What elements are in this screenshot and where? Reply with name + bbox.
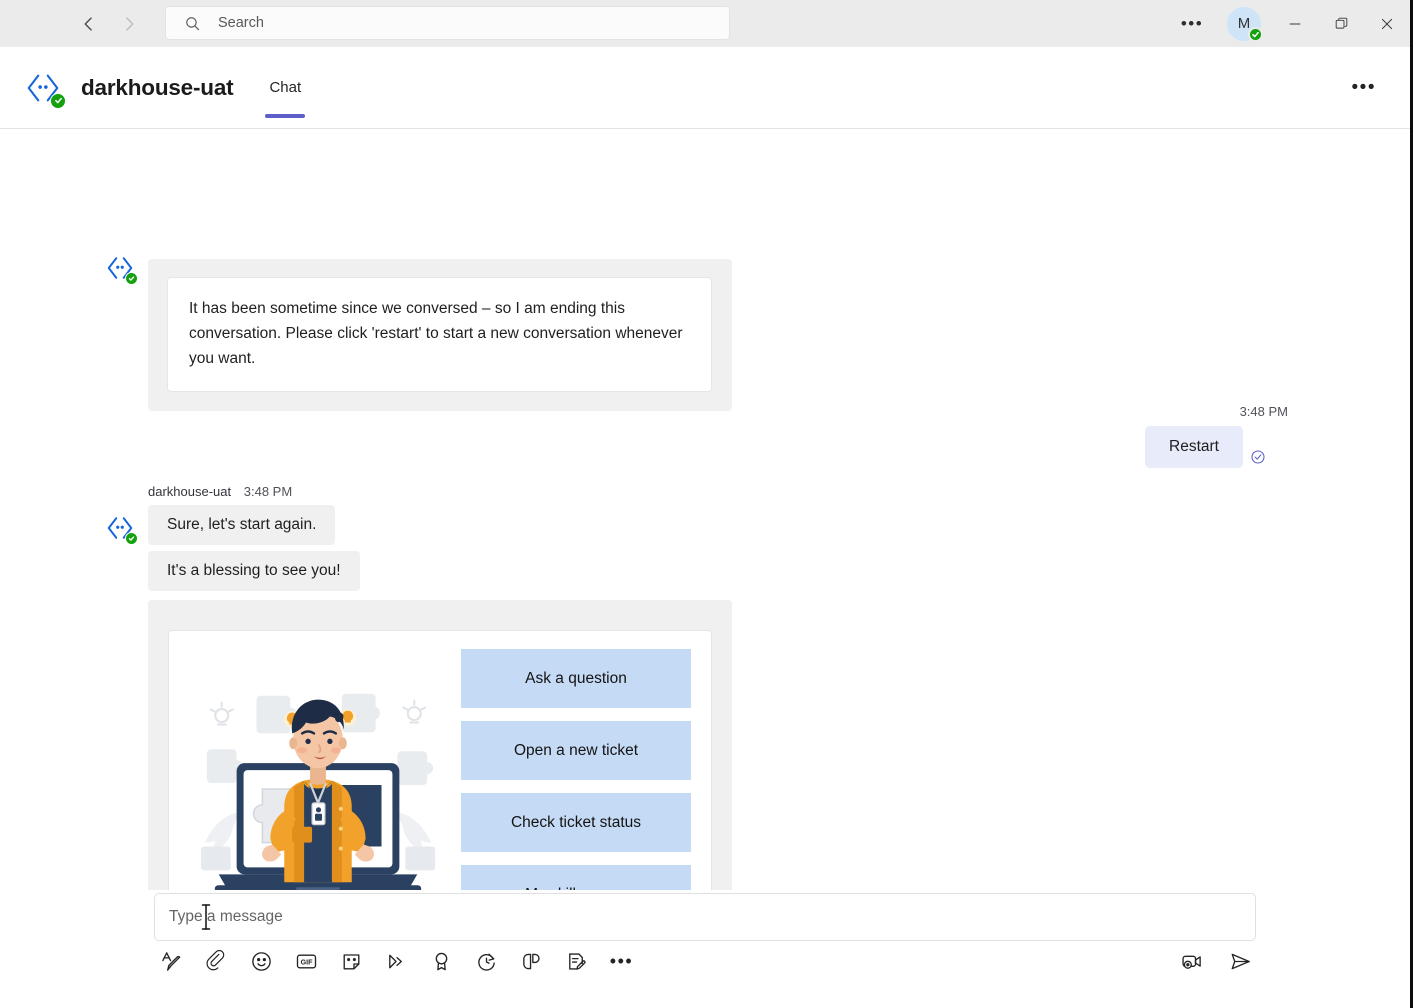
message-text: It has been sometime since we conversed …	[189, 300, 683, 367]
more-options-icon[interactable]: •••	[610, 950, 633, 973]
header-more-icon[interactable]: •••	[1352, 77, 1376, 99]
card-action-open-a-new-ticket[interactable]: Open a new ticket	[461, 721, 691, 780]
message-card: It has been sometime since we conversed …	[167, 277, 712, 392]
restore-button[interactable]	[1318, 0, 1364, 47]
search-icon	[184, 15, 201, 32]
card-action-ask-a-question[interactable]: Ask a question	[461, 649, 691, 708]
page-title: darkhouse-uat	[81, 74, 234, 100]
message-bubble: Sure, let's start again.	[148, 505, 336, 545]
message-input-placeholder: Type a message	[169, 908, 283, 925]
titlebar-more-icon[interactable]: •••	[1172, 8, 1212, 40]
tab-bar: Chat	[263, 47, 307, 128]
navigation-buttons	[78, 13, 140, 35]
card-action-label: Ask a question	[525, 669, 627, 687]
composer-toolbar: GIF •••	[160, 950, 633, 973]
message-sent-icon	[1250, 449, 1266, 465]
back-button[interactable]	[78, 13, 100, 35]
bot-avatar	[105, 513, 138, 545]
outgoing-timestamp: 3:48 PM	[1239, 404, 1288, 419]
emoji-icon[interactable]	[250, 950, 273, 973]
message-timestamp: 3:48 PM	[243, 484, 293, 499]
minimize-button[interactable]	[1272, 0, 1318, 47]
stream-icon[interactable]	[385, 950, 408, 973]
adaptive-card-actions: Ask a question Open a new ticket Check t…	[447, 649, 691, 890]
send-icon[interactable]	[1229, 950, 1252, 973]
attach-icon[interactable]	[205, 950, 228, 973]
adaptive-card-body: Ask a question Open a new ticket Check t…	[189, 649, 691, 890]
apps-icon[interactable]	[520, 950, 543, 973]
presence-available-icon	[1248, 26, 1263, 42]
message-bubble-restart[interactable]: Restart	[1145, 426, 1243, 468]
verified-badge-icon	[125, 532, 138, 545]
verified-badge-icon	[125, 272, 138, 285]
tab-chat-label: Chat	[269, 79, 302, 96]
gif-icon[interactable]: GIF	[295, 950, 318, 973]
teams-window: Search ••• M darkhouse-uat Chat ••• It h…	[0, 0, 1413, 1008]
title-bar: Search ••• M	[0, 0, 1410, 47]
forms-icon[interactable]	[565, 950, 588, 973]
tab-chat[interactable]: Chat	[263, 47, 307, 128]
card-action-label: Check ticket status	[510, 813, 642, 831]
avatar[interactable]: M	[1222, 2, 1266, 46]
schedule-icon[interactable]	[475, 950, 498, 973]
sender-name: darkhouse-uat	[148, 484, 232, 499]
svg-text:GIF: GIF	[301, 959, 313, 967]
message-bubble: It's a blessing to see you!	[148, 551, 360, 591]
card-action-label: Open a new ticket	[513, 741, 639, 759]
card-action-my-skills-menu[interactable]: My skills menu	[461, 865, 691, 890]
video-message-icon[interactable]	[1180, 950, 1203, 973]
card-action-check-ticket-status[interactable]: Check ticket status	[461, 793, 691, 852]
message-composer: Type a message GIF •••	[0, 890, 1410, 1008]
window-controls-group: ••• M	[1172, 0, 1410, 47]
bot-avatar	[105, 253, 138, 285]
bot-app-icon	[24, 69, 66, 109]
adaptive-card-wrapper: Ask a question Open a new ticket Check t…	[148, 600, 732, 890]
sticker-icon[interactable]	[340, 950, 363, 973]
message-list[interactable]: It has been sometime since we conversed …	[0, 129, 1410, 890]
verified-badge-icon	[50, 92, 66, 109]
person-holding-puzzle-pieces-illustration	[189, 657, 447, 890]
close-button[interactable]	[1364, 0, 1410, 47]
composer-toolbar-right	[1180, 950, 1252, 973]
adaptive-card: Ask a question Open a new ticket Check t…	[168, 630, 712, 890]
channel-header: darkhouse-uat Chat •••	[0, 47, 1410, 129]
format-icon[interactable]	[160, 950, 183, 973]
message-bubble-end-notice: It has been sometime since we conversed …	[148, 259, 732, 411]
praise-icon[interactable]	[430, 950, 453, 973]
search-input[interactable]: Search	[165, 6, 730, 40]
message-meta: darkhouse-uat 3:48 PM	[148, 484, 292, 499]
forward-button[interactable]	[118, 13, 140, 35]
message-input[interactable]: Type a message	[154, 893, 1256, 941]
search-placeholder: Search	[218, 15, 264, 31]
